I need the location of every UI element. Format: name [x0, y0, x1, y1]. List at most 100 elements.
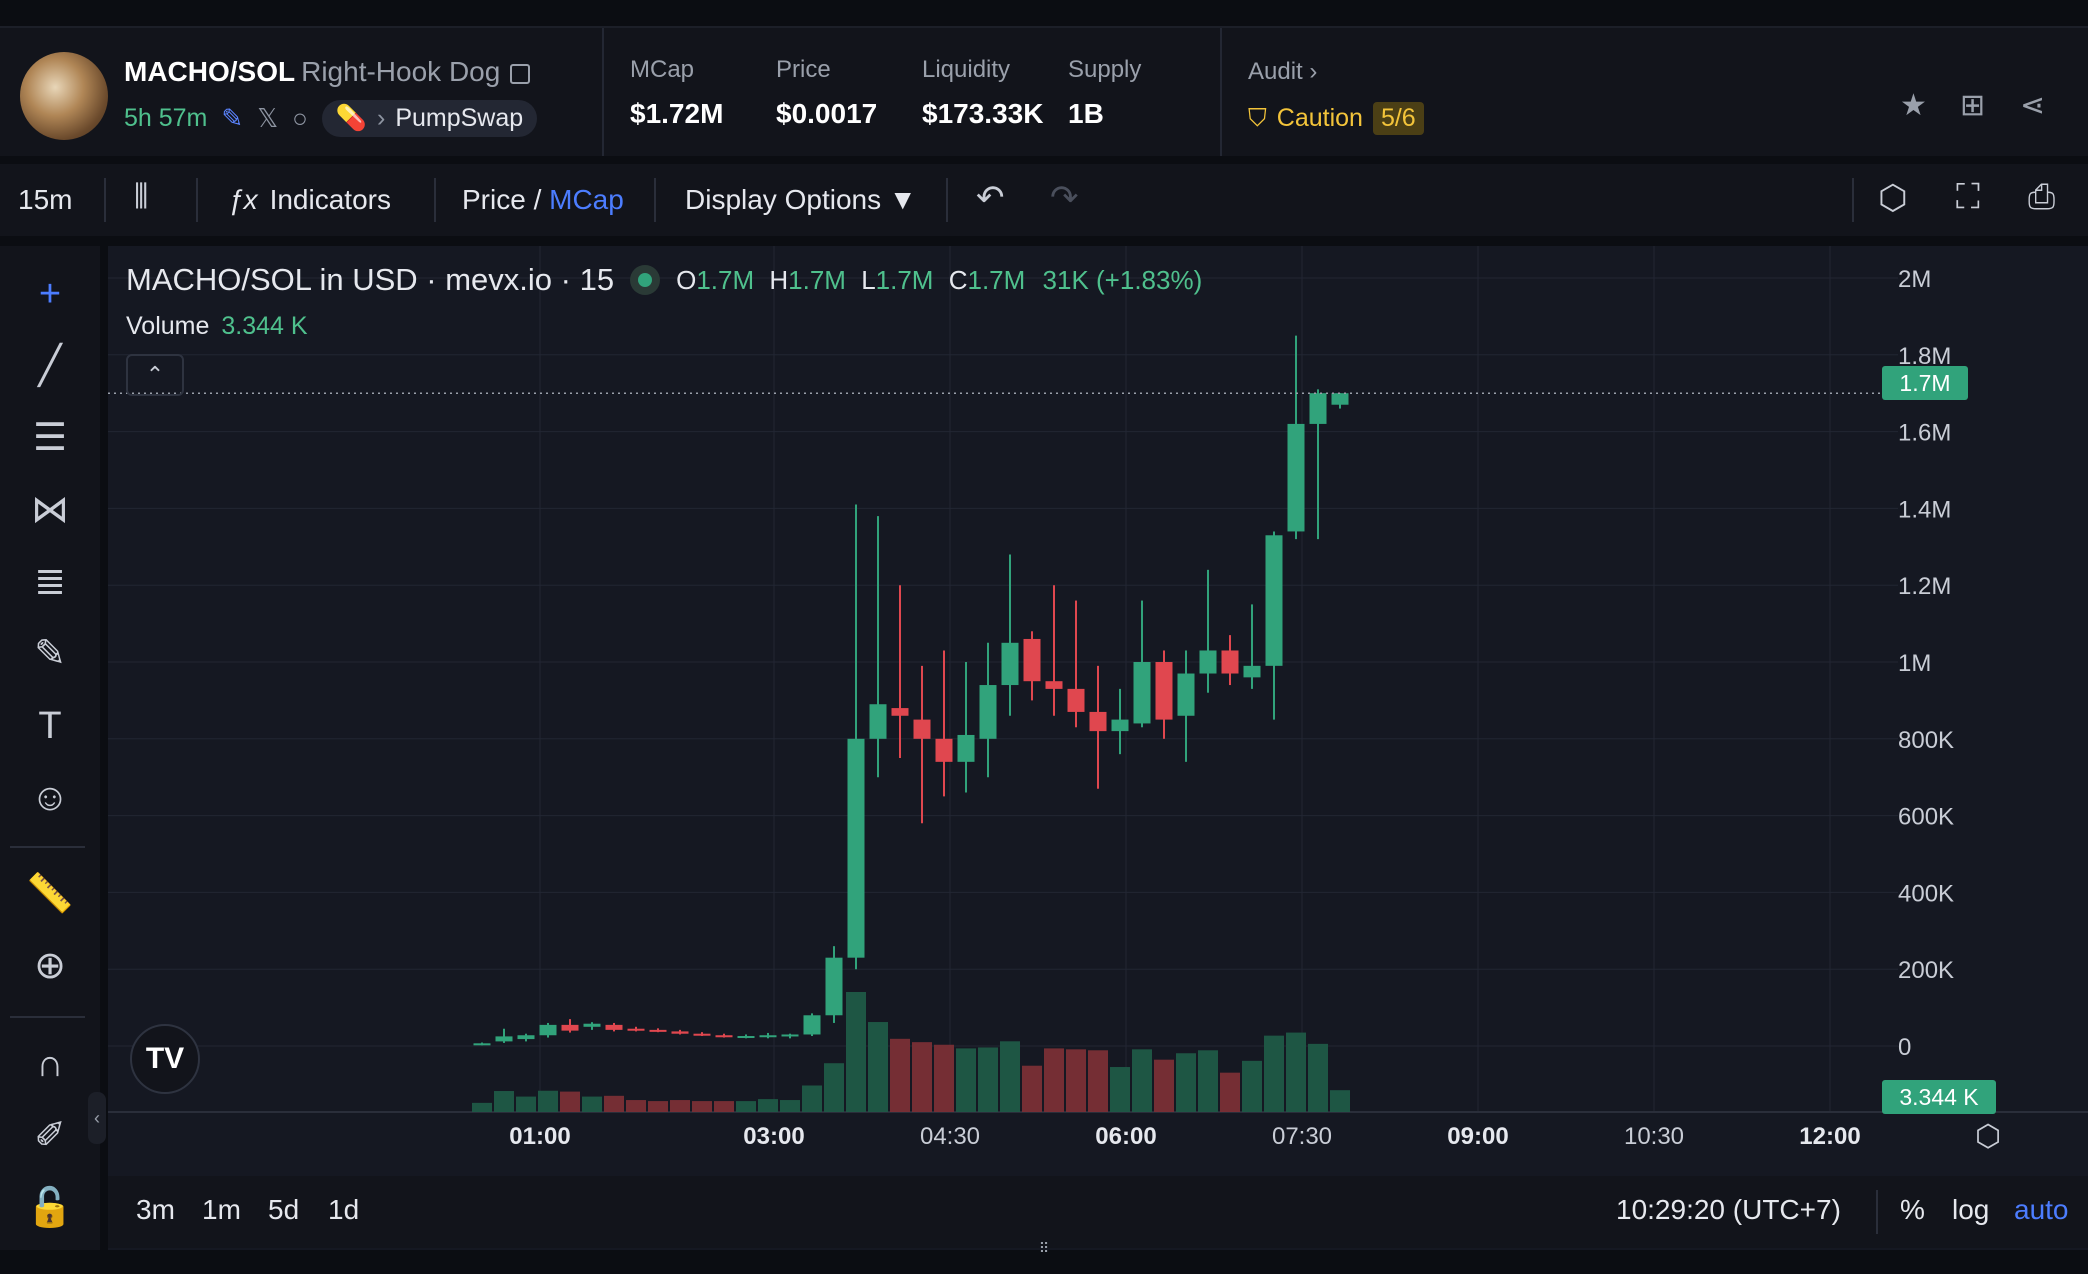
volume-bar: [1264, 1035, 1284, 1112]
percent-toggle[interactable]: %: [1900, 1194, 1925, 1226]
share-icon[interactable]: ⋖: [2020, 88, 2045, 123]
unlock-icon[interactable]: 🔓: [22, 1180, 78, 1236]
volume-bar: [1132, 1049, 1152, 1112]
compare-chart-icon[interactable]: ⊞: [1960, 88, 1985, 123]
volume-bar: [1110, 1067, 1130, 1112]
tradingview-logo[interactable]: TV: [130, 1024, 200, 1094]
axis-settings-icon: ⬡: [1975, 1119, 2001, 1154]
candle-body: [473, 1043, 491, 1046]
stat-supply: Supply 1B: [1068, 56, 1141, 130]
candle-body: [1243, 665, 1261, 678]
drawing-tools-panel: + ╱ ☰ ⋈ ≣ ✎ T ☺ 📏 ⊕ ∩ ✐ 🔓: [0, 246, 100, 1250]
star-icon[interactable]: ★: [1900, 88, 1927, 123]
stat-label: Price: [776, 56, 831, 83]
toolbar-divider: [104, 178, 106, 222]
candle-type-icon[interactable]: ⫴: [134, 178, 148, 217]
redo-icon[interactable]: ↷: [1050, 178, 1079, 218]
range-3m[interactable]: 3m: [136, 1194, 175, 1226]
lock-drawing-icon[interactable]: ✐: [22, 1108, 78, 1164]
candle-body: [693, 1033, 711, 1036]
volume-bar: [1044, 1048, 1064, 1112]
volume-bar: [538, 1090, 558, 1112]
zoom-in-icon[interactable]: ⊕: [22, 938, 78, 994]
token-header: MACHO/SOL Right-Hook Dog 5h 57m ✎ 𝕏 ○ 💊 ›…: [0, 26, 2088, 156]
candle-body: [1045, 681, 1063, 689]
volume-bar: [648, 1101, 668, 1112]
legend-title: MACHO/SOL in USD · mevx.io · 15: [126, 262, 615, 297]
close-value: 1.7M: [967, 264, 1026, 295]
pattern-icon[interactable]: ⋈: [22, 482, 78, 538]
open-value: 1.7M: [696, 264, 755, 295]
ruler-icon[interactable]: 📏: [22, 866, 78, 922]
high-value: 1.7M: [788, 264, 846, 295]
log-toggle[interactable]: log: [1952, 1194, 1989, 1226]
last-price-tag: 1.7M: [1882, 366, 1968, 400]
price-mcap-toggle[interactable]: Price / MCap: [462, 184, 624, 216]
collapse-toolbar-handle[interactable]: ‹: [88, 1092, 106, 1144]
feather-icon[interactable]: ✎: [221, 103, 243, 134]
candle-body: [781, 1034, 799, 1037]
volume-bar: [978, 1047, 998, 1112]
stat-label: MCap: [630, 56, 695, 83]
volume-bar: [1198, 1050, 1218, 1112]
volume-bar: [1022, 1065, 1042, 1112]
candle-body: [825, 957, 843, 1016]
indicators-button[interactable]: ƒx Indicators: [228, 184, 391, 216]
range-1d[interactable]: 1d: [328, 1194, 359, 1226]
stat-value: 1B: [1068, 98, 1104, 129]
volume-bar: [1242, 1060, 1262, 1112]
candle-body: [517, 1035, 535, 1040]
resize-handle[interactable]: ⠿: [1030, 1240, 1058, 1256]
text-tool-icon[interactable]: T: [22, 698, 78, 754]
header-divider: [602, 28, 604, 156]
emoji-icon[interactable]: ☺: [22, 770, 78, 826]
volume-bar: [1330, 1090, 1350, 1112]
y-axis-tick-label: 1.2M: [1898, 573, 1951, 600]
range-5d[interactable]: 5d: [268, 1194, 299, 1226]
camera-icon[interactable]: ⎙: [2028, 178, 2055, 217]
volume-bar: [670, 1100, 690, 1112]
volume-bar: [582, 1096, 602, 1112]
candle-body: [913, 719, 931, 739]
pair-name: MACHO/SOL: [124, 56, 296, 87]
range-1m[interactable]: 1m: [202, 1194, 241, 1226]
x-icon[interactable]: 𝕏: [257, 103, 278, 134]
crosshair-icon[interactable]: +: [22, 266, 78, 322]
volume-bar: [868, 1022, 888, 1112]
price-chart[interactable]: 2M 1.8M 1.6M 1.4M 1.2M 1M 800K 600K 400K 200K 0 01:…: [108, 246, 2088, 1250]
volume-bar: [1286, 1032, 1306, 1112]
chevron-right-icon: ›: [377, 104, 386, 132]
search-icon[interactable]: ○: [292, 103, 308, 134]
magnet-icon[interactable]: ∩: [22, 1036, 78, 1092]
volume-bar: [494, 1091, 514, 1112]
audit-link[interactable]: Audit ›: [1248, 58, 1317, 86]
volume-bar: [1176, 1053, 1196, 1112]
stat-liquidity: Liquidity $173.33K: [922, 56, 1043, 130]
caution-label: Caution: [1276, 104, 1363, 132]
clock-display[interactable]: 10:29:20 (UTC+7): [1616, 1194, 1841, 1226]
chart-canvas[interactable]: 2M1.8M1.6M1.4M1.2M1M800K600K400K200K001:…: [108, 246, 2088, 1176]
copy-icon[interactable]: [510, 63, 531, 84]
display-options-dropdown[interactable]: Display Options ▼: [685, 184, 917, 216]
stat-value: $173.33K: [922, 98, 1044, 129]
fullscreen-icon[interactable]: ⛶: [1956, 178, 1980, 217]
settings-icon[interactable]: ⬡: [1878, 178, 1908, 218]
stat-mcap: MCap $1.72M: [630, 56, 723, 130]
horizontal-lines-icon[interactable]: ☰: [22, 410, 78, 466]
fib-retracement-icon[interactable]: ≣: [22, 554, 78, 610]
dex-pill[interactable]: 💊 › PumpSwap: [321, 100, 538, 137]
toggle-slash: /: [533, 184, 542, 215]
x-axis-tick-label: 10:30: [1624, 1123, 1684, 1150]
auto-toggle[interactable]: auto: [2014, 1194, 2069, 1226]
y-axis-tick-label: 200K: [1898, 957, 1954, 984]
stat-price: Price $0.0017: [776, 56, 877, 130]
brush-icon[interactable]: ✎: [22, 626, 78, 682]
collapse-legend-button[interactable]: ⌃: [126, 354, 184, 396]
stat-value: $0.0017: [776, 98, 878, 129]
candle-body: [1287, 423, 1305, 532]
undo-icon[interactable]: ↶: [976, 178, 1005, 218]
trend-line-icon[interactable]: ╱: [22, 338, 78, 394]
volume-bar: [956, 1048, 976, 1112]
x-axis-tick-label: 07:30: [1272, 1123, 1332, 1150]
interval-selector[interactable]: 15m: [18, 184, 72, 216]
